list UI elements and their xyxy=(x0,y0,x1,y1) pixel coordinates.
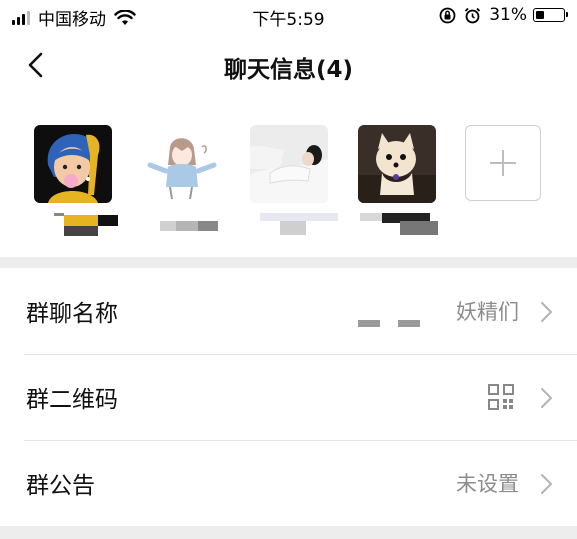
group-notice-value: 未设置 xyxy=(456,472,519,496)
battery-icon xyxy=(533,8,568,22)
battery-percent: 31% xyxy=(489,5,527,25)
add-member-button[interactable] xyxy=(465,125,541,201)
chevron-right-icon xyxy=(541,474,552,494)
orientation-lock-icon xyxy=(439,7,456,23)
group-name-value: 妖精们 xyxy=(456,300,519,324)
group-name-label: 群聊名称 xyxy=(26,301,118,327)
redaction-mask xyxy=(358,320,380,327)
chevron-right-icon xyxy=(541,302,552,322)
settings-list: 群聊名称 妖精们 群二维码 群公告 未设置 xyxy=(0,268,577,526)
group-notice-label: 群公告 xyxy=(26,473,95,499)
member-item[interactable] xyxy=(250,125,338,235)
plus-icon xyxy=(490,150,516,176)
alarm-icon xyxy=(465,7,481,23)
group-notice-row[interactable]: 群公告 未设置 xyxy=(0,440,577,526)
status-bar: 中国移动 下午5:59 31% xyxy=(0,0,577,32)
member-name xyxy=(142,209,220,231)
group-name-row[interactable]: 群聊名称 妖精们 xyxy=(0,268,577,354)
status-right: 31% xyxy=(439,5,568,25)
member-item[interactable] xyxy=(358,125,438,235)
member-list xyxy=(0,100,577,257)
chevron-right-icon xyxy=(541,388,552,408)
member-name xyxy=(358,209,438,235)
member-item[interactable] xyxy=(142,125,220,231)
nav-bar: 聊天信息(4) xyxy=(0,32,577,100)
member-item[interactable] xyxy=(34,125,118,236)
member-name xyxy=(250,209,338,235)
qr-code-icon xyxy=(488,384,514,410)
avatar[interactable] xyxy=(34,125,112,203)
group-qr-row[interactable]: 群二维码 xyxy=(0,354,577,440)
avatar[interactable] xyxy=(358,125,436,203)
member-name xyxy=(34,209,118,236)
group-qr-label: 群二维码 xyxy=(26,387,118,413)
redaction-mask xyxy=(398,320,420,327)
avatar[interactable] xyxy=(250,125,328,203)
avatar[interactable] xyxy=(142,125,220,203)
page-title: 聊天信息(4) xyxy=(223,57,354,83)
